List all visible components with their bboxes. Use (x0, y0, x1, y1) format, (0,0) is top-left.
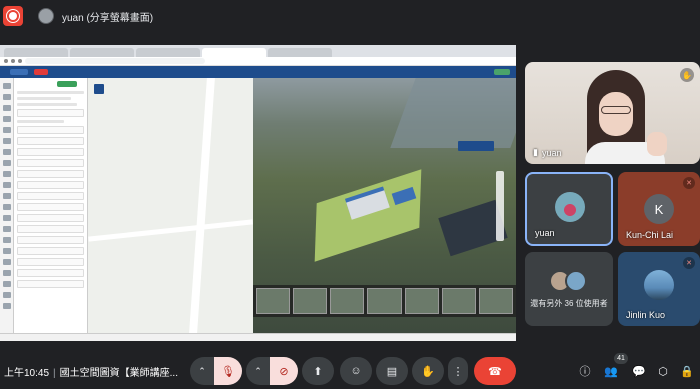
record-icon[interactable] (3, 6, 23, 26)
avatar: K (644, 194, 674, 224)
end-call-icon[interactable]: ☎ (474, 357, 516, 385)
forward-icon (11, 59, 15, 63)
people-icon[interactable]: 👥 (604, 364, 618, 378)
participant-name: Kun-Chi Lai (626, 230, 674, 240)
more-icon[interactable]: ⋮ (448, 357, 468, 385)
activities-icon[interactable]: ⬡ (656, 364, 670, 378)
present-icon[interactable]: ⬆ (302, 357, 334, 385)
browser-tab (268, 48, 332, 57)
mic-off-icon: ✕ (683, 257, 695, 269)
camera-options-chevron-icon[interactable]: ⌃ (246, 357, 270, 385)
host-controls-icon[interactable]: 🔒 (680, 364, 694, 378)
participant-tile-yuan[interactable]: yuan (525, 172, 613, 246)
mic-off-icon[interactable]: 🎙 (214, 357, 242, 385)
speaker-name: ▮ yuan (533, 147, 562, 158)
participant-tile-jinlin-kuo[interactable]: ✕ Jinlin Kuo (618, 252, 700, 326)
map-app-action (494, 69, 510, 75)
avatar (555, 192, 585, 222)
basemap-thumbnails (253, 285, 516, 317)
mic-options-chevron-icon[interactable]: ⌃ (190, 357, 214, 385)
speaker-tile[interactable]: ✋ ▮ yuan (525, 62, 700, 164)
browser-tab (70, 48, 134, 57)
camera-off-icon[interactable]: ⊘ (270, 357, 298, 385)
participant-name: yuan (535, 228, 555, 238)
map-app-header (0, 66, 516, 78)
shared-screen (0, 45, 516, 341)
reload-icon (18, 59, 22, 63)
tile-options-icon[interactable]: ✋ (680, 68, 694, 82)
others-tile[interactable]: 還有另外 36 位使用者 (525, 252, 613, 326)
presenter-avatar (38, 8, 54, 24)
map-status-line (0, 333, 516, 341)
browser-tab (4, 48, 68, 57)
presenter-label: yuan (分享螢幕畫面) (38, 7, 153, 25)
meeting-title: 國土空間圖資【業師講座... (59, 368, 178, 379)
chat-icon[interactable]: 💬 (632, 364, 646, 378)
presenter-name: yuan (分享螢幕畫面) (62, 12, 154, 24)
browser-urlbar (0, 57, 516, 66)
audio-level-icon: ▮ (533, 147, 538, 157)
emoji-icon[interactable]: ☺ (340, 357, 372, 385)
layer-panel (14, 78, 88, 333)
others-caption: 還有另外 36 位使用者 (530, 299, 608, 308)
captions-icon[interactable]: ▤ (376, 357, 408, 385)
map-app-tag (10, 69, 28, 75)
camera-control[interactable]: ⌃ ⊘ (246, 357, 298, 385)
others-avatars (549, 270, 589, 292)
mic-control[interactable]: ⌃ 🎙 (190, 357, 242, 385)
raise-hand-icon[interactable]: ✋ (412, 357, 444, 385)
meeting-clock: 上午10:45 | 國土空間圖資【業師講座... (4, 368, 178, 379)
map-app-tag-red (34, 69, 48, 75)
people-count-badge: 41 (614, 353, 628, 364)
map-tool-strip (0, 78, 14, 333)
meeting-controls-bar: 上午10:45 | 國土空間圖資【業師講座... ⌃ 🎙 ⌃ ⊘ ⬆ ☺ ▤ ✋ ⋮… (0, 349, 700, 389)
mic-off-icon: ✕ (683, 177, 695, 189)
avatar (644, 270, 674, 300)
3d-view-button (458, 141, 494, 151)
browser-tabs (0, 45, 516, 57)
back-icon (4, 59, 8, 63)
panel-green-button (57, 81, 77, 87)
participant-tile-kun-chi-lai[interactable]: ✕ K Kun-Chi Lai (618, 172, 700, 246)
participant-name: Jinlin Kuo (626, 310, 666, 320)
info-icon[interactable]: ⓘ (578, 364, 592, 378)
browser-tab (202, 48, 266, 57)
browser-tab (136, 48, 200, 57)
zoom-control (496, 171, 504, 241)
collapse-panel-icon (94, 84, 104, 94)
url-field (25, 58, 205, 64)
2d-map-view (88, 78, 253, 333)
